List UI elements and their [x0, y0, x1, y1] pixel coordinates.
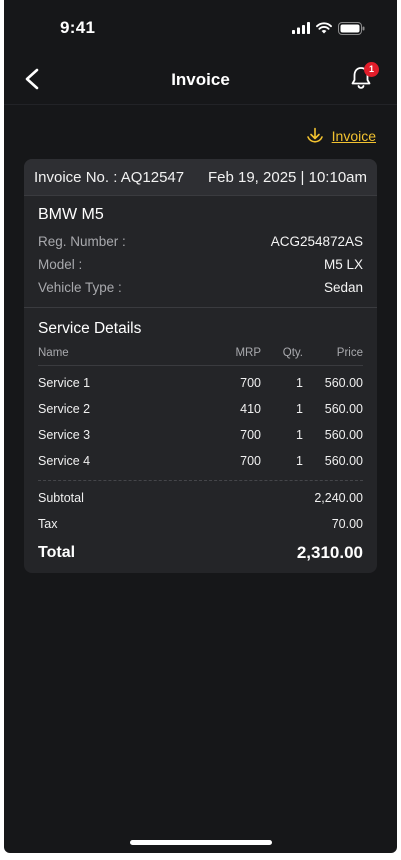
service-name: Service 1: [38, 376, 91, 390]
vehicle-section: BMW M5 Reg. Number : ACG254872AS Model :…: [24, 196, 377, 308]
vehicle-field-label: Vehicle Type :: [38, 280, 122, 295]
subtotal-value: 2,240.00: [314, 491, 363, 505]
download-invoice-button[interactable]: Invoice: [305, 126, 376, 146]
service-mrp: 700: [240, 454, 261, 468]
invoice-number: Invoice No. : AQ12547: [34, 168, 185, 186]
service-price: 560.00: [324, 454, 363, 468]
service-price: 560.00: [324, 402, 363, 416]
vehicle-name: BMW M5: [38, 206, 104, 223]
total-value: 2,310.00: [296, 543, 363, 562]
vehicle-field: Model : M5 LX: [38, 253, 363, 276]
signal-icon: [292, 22, 310, 34]
service-section: Service Details Name MRP Qty. Price Serv…: [24, 308, 377, 569]
service-qty: 1: [296, 454, 303, 468]
dashed-divider: [38, 480, 363, 481]
col-price: Price: [336, 347, 363, 359]
app-header: Invoice 1: [4, 56, 397, 105]
invoice-datetime: Feb 19, 2025 | 10:10am: [207, 168, 367, 186]
service-name: Service 2: [38, 402, 91, 416]
tax-label: Tax: [38, 517, 58, 531]
phone-screen: 9:41 Invoice 1 Invoice Invoice No.: AQ1…: [4, 0, 397, 853]
col-qty: Qty.: [282, 347, 303, 359]
service-price: 560.00: [324, 376, 363, 390]
col-name: Name: [38, 347, 69, 359]
subtotal-label: Subtotal: [38, 491, 84, 505]
vehicle-field-label: Model :: [38, 257, 83, 272]
status-bar: 9:41: [4, 0, 397, 56]
service-qty: 1: [296, 428, 303, 442]
table-row: Service 4 700 1 560.00: [38, 448, 363, 474]
subtotal-row: Subtotal 2,240.00: [38, 485, 363, 511]
service-details-title: Service Details: [38, 320, 142, 337]
service-mrp: 410: [240, 402, 261, 416]
service-price: 560.00: [324, 428, 363, 442]
total-row: Total 2,310.00: [38, 537, 363, 569]
service-mrp: 700: [240, 428, 261, 442]
invoice-header: Invoice No. : AQ12547 Feb 19, 2025 | 10:…: [24, 159, 377, 196]
table-row: Service 1 700 1 560.00: [38, 370, 363, 396]
service-qty: 1: [296, 402, 303, 416]
vehicle-field-label: Reg. Number :: [38, 234, 126, 249]
table-row: Service 2 410 1 560.00: [38, 396, 363, 422]
service-name: Service 3: [38, 428, 91, 442]
total-label: Total: [38, 544, 76, 561]
page-title: Invoice: [171, 70, 230, 89]
invoice-card: Invoice No. : AQ12547 Feb 19, 2025 | 10:…: [24, 159, 377, 573]
download-invoice-label: Invoice: [331, 128, 376, 144]
col-mrp: MRP: [235, 347, 261, 359]
service-name: Service 4: [38, 454, 91, 468]
download-icon: [306, 127, 323, 143]
notification-badge: 1: [364, 62, 379, 77]
battery-icon: [338, 21, 365, 35]
status-icons: [292, 21, 365, 35]
service-table-header: Name MRP Qty. Price: [38, 344, 363, 366]
home-indicator[interactable]: [130, 840, 272, 845]
tax-value: 70.00: [331, 517, 363, 531]
service-rows: Service 1 700 1 560.00 Service 2 410 1 5…: [38, 366, 363, 474]
service-mrp: 700: [240, 376, 261, 390]
vehicle-field-value: Sedan: [323, 280, 363, 295]
tax-row: Tax 70.00: [38, 511, 363, 537]
vehicle-field: Reg. Number : ACG254872AS: [38, 230, 363, 253]
wifi-icon: [316, 22, 332, 34]
vehicle-field-value: ACG254872AS: [270, 234, 363, 249]
table-row: Service 3 700 1 560.00: [38, 422, 363, 448]
vehicle-field-value: M5 LX: [323, 257, 363, 272]
service-qty: 1: [296, 376, 303, 390]
vehicle-field: Vehicle Type : Sedan: [38, 276, 363, 299]
status-time: 9:41: [60, 18, 96, 37]
